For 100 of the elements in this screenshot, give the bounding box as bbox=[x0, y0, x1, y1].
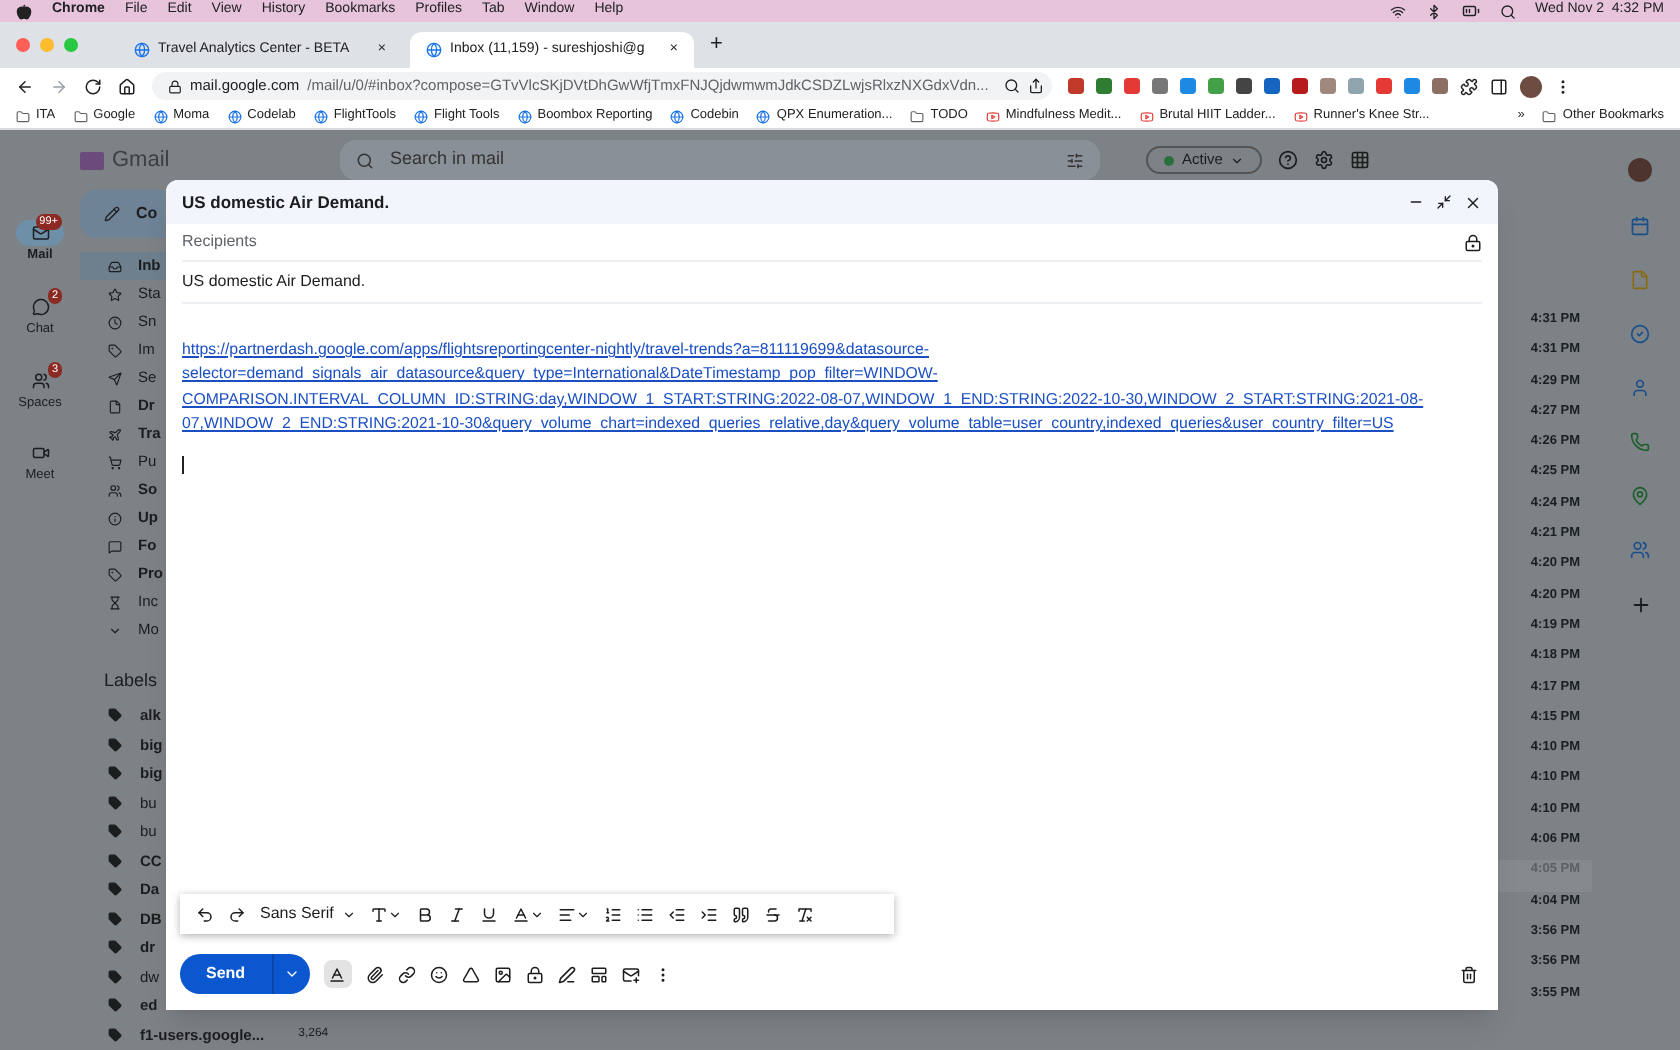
attach-icon[interactable] bbox=[365, 965, 384, 983]
caret-icon bbox=[283, 966, 300, 982]
search-icon[interactable] bbox=[1499, 3, 1516, 19]
video-play-icon bbox=[1139, 109, 1154, 123]
video-icon bbox=[31, 444, 49, 463]
star-icon bbox=[108, 287, 122, 301]
pen-icon[interactable] bbox=[557, 965, 576, 983]
chat-icon bbox=[31, 297, 49, 316]
people-icon bbox=[31, 371, 49, 389]
label-tag-icon bbox=[108, 766, 122, 781]
bluetooth-icon[interactable] bbox=[1425, 3, 1442, 19]
align-button[interactable] bbox=[557, 905, 590, 923]
label-tag-icon bbox=[108, 853, 122, 868]
label-tag-icon bbox=[108, 824, 122, 839]
label-tag-icon bbox=[108, 911, 122, 926]
globe-icon bbox=[756, 109, 771, 123]
add-icon[interactable] bbox=[1629, 594, 1651, 616]
apple-icon[interactable] bbox=[16, 3, 32, 19]
triangle-icon[interactable] bbox=[461, 965, 480, 983]
filter-sliders-icon bbox=[1066, 151, 1084, 169]
subject-field[interactable]: US domestic Air Demand. bbox=[182, 270, 1482, 294]
exit-fullscreen-icon[interactable] bbox=[1436, 194, 1452, 210]
globe-icon bbox=[153, 109, 168, 123]
video-play-icon bbox=[1293, 109, 1308, 123]
forward-icon[interactable] bbox=[50, 77, 68, 95]
bulleted-list-icon[interactable] bbox=[635, 905, 654, 923]
formatting-toggle[interactable] bbox=[323, 960, 352, 988]
globe-icon bbox=[426, 42, 442, 58]
wifi-icon[interactable] bbox=[1389, 3, 1406, 19]
home-icon[interactable] bbox=[118, 77, 136, 95]
globe-icon bbox=[517, 109, 532, 123]
globe-icon bbox=[413, 109, 428, 123]
text-format-icon bbox=[328, 965, 347, 983]
chat-bubble-icon bbox=[108, 539, 122, 553]
gmail-logo-icon bbox=[80, 151, 104, 169]
lock-icon[interactable] bbox=[1464, 233, 1482, 251]
undo-icon[interactable] bbox=[196, 905, 214, 923]
gmail-logo-text: Gmail bbox=[112, 145, 170, 176]
chevron-down-icon bbox=[108, 623, 122, 637]
labels-heading: Labels bbox=[102, 668, 160, 694]
clock-icon bbox=[108, 315, 122, 329]
redo-icon[interactable] bbox=[228, 905, 246, 923]
help-icon[interactable] bbox=[1278, 150, 1299, 170]
settings-icon[interactable] bbox=[1314, 150, 1335, 170]
text-color-icon bbox=[511, 905, 530, 923]
label-tag-icon bbox=[108, 998, 122, 1013]
close-icon[interactable] bbox=[1464, 193, 1482, 211]
text-size-button[interactable] bbox=[369, 905, 402, 923]
cart-icon bbox=[108, 455, 122, 469]
indent-more-icon[interactable] bbox=[699, 905, 718, 923]
font-select[interactable]: Sans Serif bbox=[260, 902, 356, 926]
link-icon[interactable] bbox=[397, 965, 416, 983]
bold-icon[interactable] bbox=[415, 905, 434, 923]
text-color-button[interactable] bbox=[511, 905, 544, 923]
strikethrough-icon[interactable] bbox=[763, 905, 782, 923]
recipients-field[interactable]: Recipients bbox=[182, 230, 1464, 254]
extensions-icon[interactable] bbox=[1460, 77, 1478, 95]
video-play-icon bbox=[985, 109, 1000, 123]
clear-formatting-icon[interactable] bbox=[795, 905, 814, 923]
quote-icon[interactable] bbox=[731, 905, 750, 923]
globe-icon bbox=[227, 109, 242, 123]
globe-icon bbox=[134, 42, 150, 58]
emoji-icon[interactable] bbox=[429, 965, 448, 983]
label-tag-icon bbox=[108, 882, 122, 897]
people-icon bbox=[108, 483, 122, 497]
image-icon[interactable] bbox=[493, 965, 512, 983]
new-tab-button[interactable]: + bbox=[710, 28, 723, 62]
label-tag-icon bbox=[108, 969, 122, 984]
align-left-icon bbox=[557, 905, 576, 923]
file-icon bbox=[108, 399, 122, 413]
compose-button[interactable]: Co bbox=[80, 190, 164, 238]
indent-less-icon[interactable] bbox=[667, 905, 686, 923]
apps-icon[interactable] bbox=[1350, 150, 1371, 170]
folder-icon bbox=[73, 109, 88, 123]
globe-icon bbox=[313, 109, 328, 123]
folder-icon bbox=[1542, 109, 1557, 123]
text-size-icon bbox=[369, 905, 388, 923]
zoom-icon[interactable] bbox=[1004, 78, 1021, 94]
text-cursor bbox=[182, 456, 184, 475]
folder-icon bbox=[16, 109, 30, 123]
numbered-list-icon[interactable] bbox=[603, 905, 622, 923]
lock-icon bbox=[168, 79, 182, 93]
underline-icon[interactable] bbox=[479, 905, 498, 923]
battery-icon[interactable] bbox=[1461, 2, 1480, 20]
reload-icon[interactable] bbox=[84, 77, 102, 95]
caret-icon bbox=[341, 907, 356, 921]
profile-avatar[interactable] bbox=[1520, 75, 1542, 97]
label-tag-icon bbox=[108, 795, 122, 810]
label-tag-icon bbox=[108, 940, 122, 955]
share-icon[interactable] bbox=[1028, 78, 1045, 94]
caret-icon bbox=[1230, 153, 1245, 167]
layout-icon[interactable] bbox=[589, 965, 608, 983]
side-panel-icon[interactable] bbox=[1490, 77, 1508, 95]
caret-icon bbox=[575, 907, 590, 921]
mail-plus-icon[interactable] bbox=[621, 965, 640, 983]
caret-icon bbox=[529, 907, 544, 921]
italic-icon[interactable] bbox=[447, 905, 466, 923]
trash-icon[interactable] bbox=[1460, 965, 1478, 983]
search-field[interactable]: Search in mail bbox=[340, 140, 1100, 180]
back-icon[interactable] bbox=[16, 77, 34, 95]
